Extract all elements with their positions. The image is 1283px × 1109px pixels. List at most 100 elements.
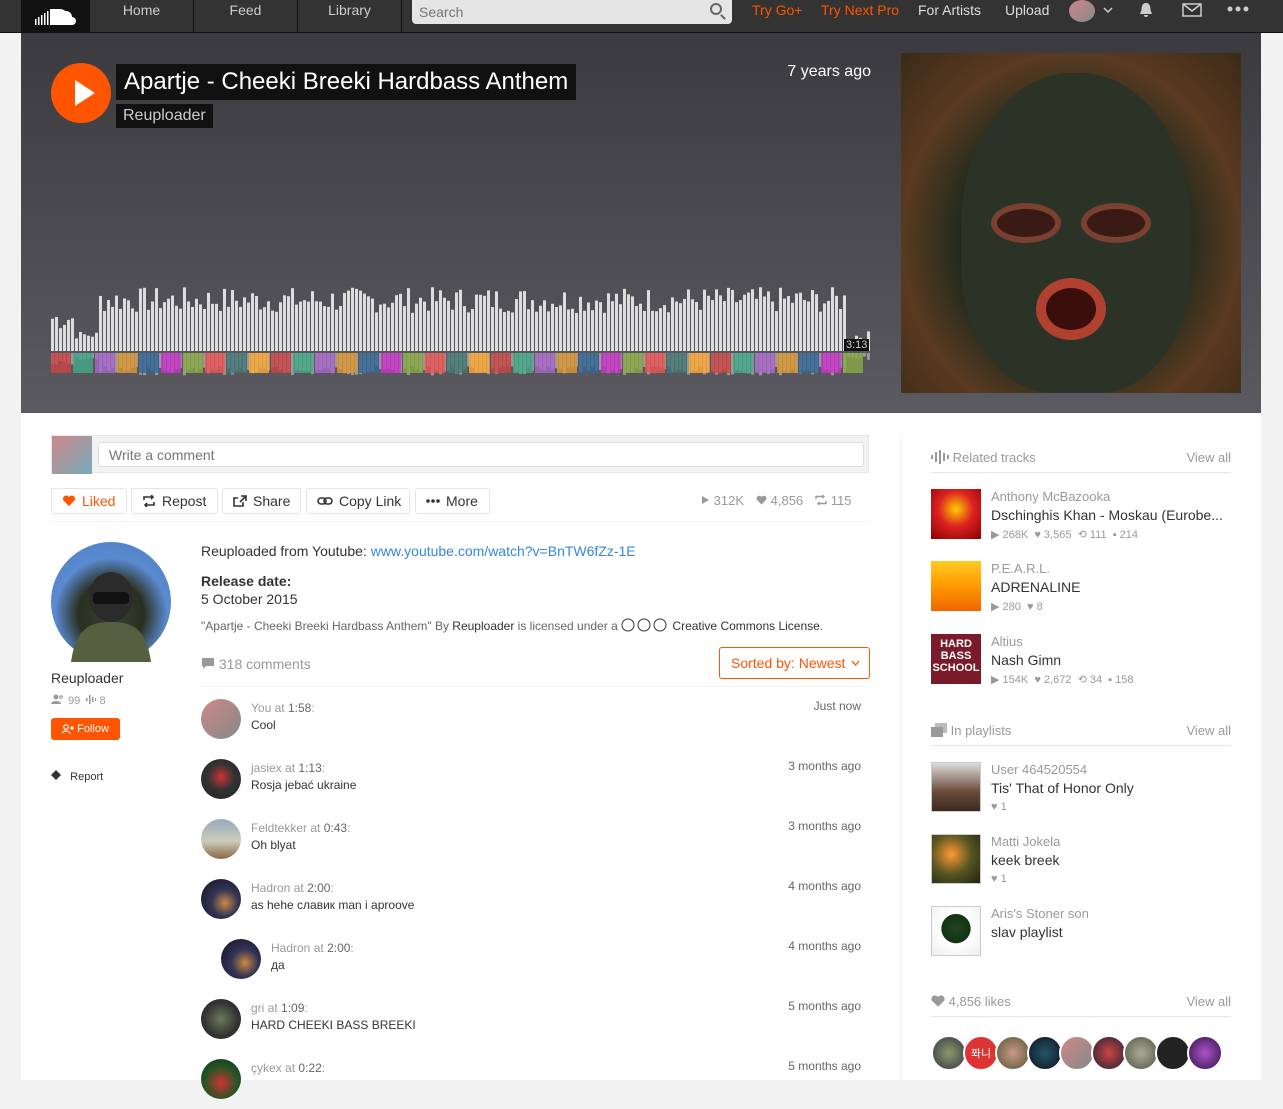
uploader-avatar[interactable]: [51, 542, 171, 662]
playlist-artwork[interactable]: [931, 906, 981, 956]
playlist-user[interactable]: Matti Jokela: [991, 834, 1060, 849]
comment-timestamp[interactable]: 2:00: [327, 941, 350, 955]
track-artwork[interactable]: [931, 489, 981, 539]
likes-stat[interactable]: 4,856: [756, 493, 803, 508]
comment-timestamp[interactable]: 0:43: [324, 821, 347, 835]
waveform-bar: [711, 300, 714, 351]
comment-avatar[interactable]: [201, 699, 241, 739]
comment-avatar[interactable]: [201, 759, 241, 799]
copy-link-button[interactable]: Copy Link: [306, 488, 410, 514]
nav-home[interactable]: Home: [90, 0, 194, 33]
liker-avatar[interactable]: [1123, 1035, 1159, 1071]
tracks-count[interactable]: 8: [100, 695, 106, 707]
youtube-link[interactable]: www.youtube.com/watch?v=BnTW6fZz-1E: [371, 543, 636, 559]
likes-view-all[interactable]: View all: [1171, 994, 1231, 1009]
liker-avatar[interactable]: [1027, 1035, 1063, 1071]
upload-link[interactable]: Upload: [1005, 2, 1049, 18]
uploader-name[interactable]: Reuploader: [51, 670, 123, 686]
playlist-stats: ♥ 1: [991, 801, 1007, 813]
track-artist[interactable]: Anthony McBazooka: [991, 489, 1110, 504]
more-options-icon[interactable]: [1227, 5, 1249, 13]
playlist-user[interactable]: User 464520554: [991, 762, 1087, 777]
nav-feed[interactable]: Feed: [194, 0, 298, 33]
track-artwork[interactable]: [931, 561, 981, 611]
waveform-bar: [451, 309, 454, 351]
track-artist[interactable]: P.E.A.R.L.: [991, 561, 1050, 576]
comment-user[interactable]: çykex: [251, 1061, 282, 1075]
try-next-pro-link[interactable]: Try Next Pro: [821, 2, 899, 18]
mail-icon[interactable]: [1182, 3, 1202, 17]
report-link[interactable]: Report: [51, 770, 103, 783]
comment-avatar[interactable]: [201, 1059, 241, 1099]
comment-timestamp[interactable]: 1:13: [298, 761, 321, 775]
user-avatar[interactable]: [1069, 0, 1095, 22]
track-title[interactable]: Nash Gimn: [991, 652, 1231, 668]
like-button[interactable]: Liked: [51, 488, 127, 514]
follow-button[interactable]: Follow: [51, 718, 120, 740]
comment-timestamp[interactable]: 0:22: [298, 1061, 321, 1075]
comment-input[interactable]: [98, 442, 864, 467]
share-button[interactable]: Share: [222, 488, 301, 514]
try-go-link[interactable]: Try Go+: [752, 2, 802, 18]
comment-user[interactable]: Hadron: [271, 941, 310, 955]
comment-timestamp[interactable]: 1:09: [281, 1001, 304, 1015]
comment-user[interactable]: Feldtekker: [251, 821, 307, 835]
comment-user[interactable]: Hadron: [251, 881, 290, 895]
related-track[interactable]: HARD BASS SCHOOL Altius Nash Gimn ▶ 154K ♥…: [931, 634, 1231, 690]
search-input[interactable]: [412, 0, 732, 24]
more-button[interactable]: More: [415, 488, 490, 514]
repost-button[interactable]: Repost: [131, 488, 218, 514]
liker-avatar[interactable]: [995, 1035, 1031, 1071]
play-button[interactable]: [51, 63, 111, 123]
liker-avatar[interactable]: [1187, 1035, 1223, 1071]
waveform-bar: [195, 298, 198, 351]
playlist-title[interactable]: Tis' That of Honor Only: [991, 780, 1231, 796]
track-title[interactable]: ADRENALINE: [991, 579, 1231, 595]
track-artist[interactable]: Reuploader: [116, 104, 213, 128]
related-track[interactable]: P.E.A.R.L. ADRENALINE ▶ 280 ♥ 8: [931, 561, 1231, 617]
soundcloud-logo[interactable]: [21, 0, 90, 33]
playlist-item[interactable]: User 464520554 Tis' That of Honor Only ♥…: [931, 762, 1231, 818]
sort-dropdown[interactable]: Sorted by: Newest: [719, 647, 870, 679]
comment-avatar[interactable]: [201, 999, 241, 1039]
likers-row: 퐈니: [931, 1035, 1223, 1071]
track-title[interactable]: Dschinghis Khan - Moskau (Eurobe...: [991, 507, 1231, 523]
for-artists-link[interactable]: For Artists: [918, 2, 981, 18]
liker-avatar[interactable]: 퐈니: [963, 1035, 999, 1071]
reposts-stat[interactable]: 115: [815, 493, 852, 508]
related-view-all[interactable]: View all: [1171, 450, 1231, 465]
nav-library[interactable]: Library: [298, 0, 402, 33]
playlist-artwork[interactable]: [931, 762, 981, 812]
waveform-bar: [815, 294, 818, 351]
comment-user[interactable]: You: [251, 701, 271, 715]
playlist-item[interactable]: Matti Jokela keek breek ♥ 1: [931, 834, 1231, 890]
comment-user[interactable]: gri: [251, 1001, 264, 1015]
playlist-item[interactable]: Aris's Stoner son slav playlist: [931, 906, 1231, 962]
license-user-link[interactable]: Reuploader: [452, 619, 514, 633]
comment-avatar[interactable]: [201, 879, 241, 919]
related-track[interactable]: Anthony McBazooka Dschinghis Khan - Mosk…: [931, 489, 1231, 545]
playlist-artwork[interactable]: [931, 834, 981, 884]
comment-timestamp[interactable]: 2:00: [307, 881, 330, 895]
chevron-down-icon[interactable]: [1103, 6, 1113, 14]
comment-user[interactable]: jasiex: [251, 761, 282, 775]
liker-avatar[interactable]: [1091, 1035, 1127, 1071]
comment-avatar[interactable]: [201, 819, 241, 859]
playlists-view-all[interactable]: View all: [1171, 723, 1231, 738]
search-icon[interactable]: [710, 3, 722, 15]
track-artist[interactable]: Altius: [991, 634, 1023, 649]
comment-avatar[interactable]: [221, 939, 261, 979]
playlist-user[interactable]: Aris's Stoner son: [991, 906, 1089, 921]
track-artwork[interactable]: HARD BASS SCHOOL: [931, 634, 981, 684]
liker-avatar[interactable]: [1155, 1035, 1191, 1071]
liker-avatar[interactable]: [931, 1035, 967, 1071]
bell-icon[interactable]: [1139, 2, 1153, 18]
comment-timestamp[interactable]: 1:58: [288, 701, 311, 715]
license-link[interactable]: Creative Commons License: [672, 619, 819, 633]
waveform-bar: [315, 301, 318, 351]
waveform[interactable]: [51, 283, 871, 378]
playlist-title[interactable]: keek breek: [991, 852, 1231, 868]
liker-avatar[interactable]: [1059, 1035, 1095, 1071]
followers-count[interactable]: 99: [68, 695, 80, 707]
playlist-title[interactable]: slav playlist: [991, 924, 1231, 940]
